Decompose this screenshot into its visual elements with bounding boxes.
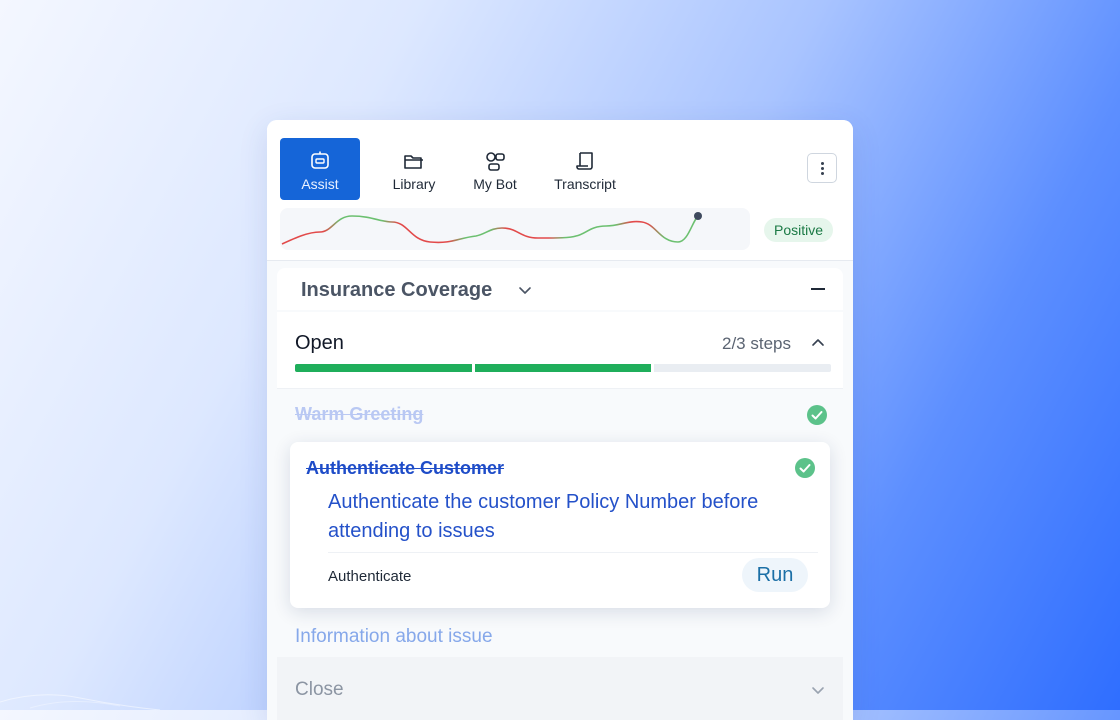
tab-transcript-label: Transcript [554,176,616,192]
check-circle-icon [807,405,827,425]
stage-close-name: Close [295,679,344,700]
divider [328,552,818,553]
tab-library-label: Library [392,176,436,192]
more-options-button[interactable] [807,153,837,183]
tab-assist-label: Assist [301,176,339,192]
step-authenticate-customer[interactable]: Authenticate Customer Authenticate the c… [290,442,830,608]
stage-close[interactable]: Close [277,657,843,720]
step-information-about-issue[interactable]: Information about issue [295,626,493,648]
progress-gap [651,364,655,372]
stage-open-step-count: 2/3 steps [722,334,791,353]
tab-my-bot[interactable]: My Bot [455,138,535,200]
tab-library[interactable]: Library [374,138,454,200]
action-label: Authenticate [328,568,412,585]
step-authenticate-description: Authenticate the customer Policy Number … [328,491,759,542]
sentiment-chart [280,208,750,250]
tab-transcript[interactable]: Transcript [545,138,625,200]
scroll-icon [576,152,593,170]
progress-segment-complete [474,364,652,372]
sentiment-wave [281,212,702,245]
chevron-down-icon[interactable] [809,681,827,699]
assist-bot-icon [311,151,329,169]
top-navigation-bar: Assist Library My Bot Transcript Positiv… [267,120,853,261]
progress-segment-complete [295,364,472,372]
sentiment-badge: Positive [764,218,834,242]
check-circle-icon [795,458,815,478]
background-decoration [0,694,161,710]
step-authenticate-title: Authenticate Customer [306,458,505,478]
chevron-up-icon[interactable] [809,334,827,352]
playbook-header[interactable]: Insurance Coverage [277,268,843,310]
folder-icon [404,155,423,169]
stage-open[interactable]: Open 2/3 steps [277,312,843,389]
minimize-icon[interactable] [811,288,825,290]
bot-flow-icon [486,152,505,171]
stage-progress-bar [295,364,831,372]
chevron-down-icon[interactable] [517,282,533,298]
agent-assist-panel: Assist Library My Bot Transcript Positiv… [267,120,853,720]
progress-gap [471,364,475,372]
tab-my-bot-label: My Bot [473,176,517,192]
stage-open-name: Open [295,332,344,354]
tab-assist[interactable]: Assist [280,138,360,200]
playbook-title: Insurance Coverage [301,279,493,301]
run-button[interactable]: Run [742,558,808,592]
step-warm-greeting[interactable]: Warm Greeting [295,404,423,425]
